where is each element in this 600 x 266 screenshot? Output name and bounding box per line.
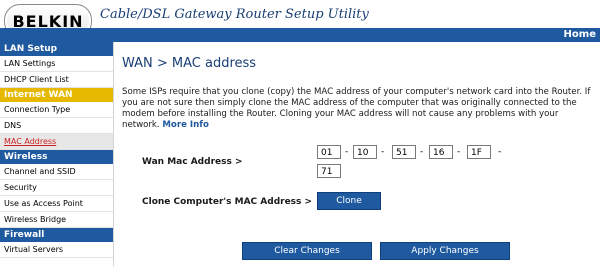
home-link[interactable]: Home [553, 28, 600, 42]
sidebar-section-internet-wan[interactable]: Internet WAN [0, 88, 113, 102]
mac-octet-1-input[interactable]: 01 [317, 145, 341, 159]
clear-changes-button[interactable]: Clear Changes [242, 242, 372, 260]
mac-separator: - [457, 147, 461, 157]
sidebar-item-virtual-servers[interactable]: Virtual Servers [0, 242, 113, 258]
mac-separator: - [381, 147, 385, 157]
main-content: WAN > MAC address Some ISPs require that… [122, 42, 600, 266]
mac-octet-3-input[interactable]: 51 [392, 145, 416, 159]
mac-separator: - [420, 147, 424, 157]
sidebar-item-lan-settings[interactable]: LAN Settings [0, 56, 113, 72]
mac-octet-2-input[interactable]: 10 [353, 145, 377, 159]
clone-mac-label: Clone Computer's MAC Address > [142, 197, 313, 207]
apply-changes-button[interactable]: Apply Changes [380, 242, 510, 260]
description: Some ISPs require that you clone (copy) … [122, 87, 594, 131]
mac-separator: - [498, 147, 502, 157]
sidebar: LAN Setup LAN Settings DHCP Client List … [0, 42, 114, 266]
sidebar-item-connection-type[interactable]: Connection Type [0, 102, 113, 118]
top-bar [0, 28, 600, 42]
more-info-link[interactable]: More Info [162, 120, 208, 130]
page-title: WAN > MAC address [122, 56, 257, 71]
utility-title: Cable/DSL Gateway Router Setup Utility [100, 7, 369, 22]
mac-separator: - [345, 147, 349, 157]
sidebar-item-wireless-bridge[interactable]: Wireless Bridge [0, 212, 113, 228]
mac-octet-4-input[interactable]: 16 [429, 145, 453, 159]
mac-octet-5-input[interactable]: 1F [467, 145, 491, 159]
wan-mac-address-label: Wan Mac Address > [142, 157, 243, 167]
sidebar-item-channel-and-ssid[interactable]: Channel and SSID [0, 164, 113, 180]
sidebar-item-dhcp-client-list[interactable]: DHCP Client List [0, 72, 113, 88]
mac-octet-6-input[interactable]: 71 [317, 164, 341, 178]
sidebar-section-lan-setup[interactable]: LAN Setup [0, 42, 113, 56]
sidebar-item-dns[interactable]: DNS [0, 118, 113, 134]
sidebar-item-security[interactable]: Security [0, 180, 113, 196]
clone-button[interactable]: Clone [317, 192, 381, 210]
sidebar-section-wireless[interactable]: Wireless [0, 150, 113, 164]
sidebar-section-firewall[interactable]: Firewall [0, 228, 113, 242]
sidebar-item-mac-address[interactable]: MAC Address [0, 134, 113, 150]
sidebar-item-use-as-access-point[interactable]: Use as Access Point [0, 196, 113, 212]
